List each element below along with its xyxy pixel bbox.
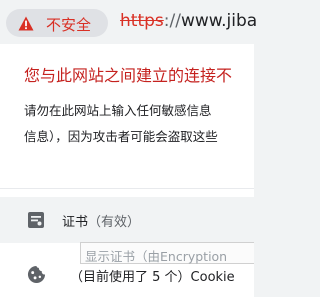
divider bbox=[0, 188, 254, 189]
certificate-status: （有效） bbox=[88, 215, 141, 230]
warning-line: 请勿在此网站上输入任何敏感信息 bbox=[24, 103, 212, 118]
connection-warning-title: 您与此网站之间建立的连接不 bbox=[24, 66, 233, 85]
url-text[interactable]: https://www.jiba bbox=[120, 11, 257, 31]
warning-triangle-icon bbox=[18, 16, 34, 31]
address-bar: 不安全 https://www.jiba bbox=[0, 0, 257, 44]
url-host: www.jiba bbox=[180, 11, 258, 31]
cookie-icon bbox=[27, 265, 46, 284]
connection-warning-text: 请勿在此网站上输入任何敏感信息 信息），因为攻击者可能会盗取这些 bbox=[24, 98, 218, 150]
certificate-label: 证书（有效） bbox=[62, 211, 140, 230]
warning-line: 信息），因为攻击者可能会盗取这些 bbox=[24, 129, 218, 144]
site-info-popup: 您与此网站之间建立的连接不 请勿在此网站上输入任何敏感信息 信息），因为攻击者可… bbox=[0, 44, 254, 297]
certificate-icon bbox=[28, 212, 44, 228]
url-separator: :// bbox=[163, 11, 181, 31]
certificate-title: 证书 bbox=[62, 215, 89, 230]
url-scheme: https bbox=[120, 11, 164, 31]
certificate-tooltip: 显示证书（由Encryption bbox=[80, 242, 254, 264]
tooltip-text: 显示证书（由Encryption bbox=[85, 249, 228, 264]
security-chip-label: 不安全 bbox=[46, 16, 92, 34]
security-chip[interactable]: 不安全 bbox=[6, 9, 108, 37]
certificate-row[interactable]: 证书（有效） bbox=[0, 197, 254, 243]
cookies-label: （目前使用了 5 个）Cookie bbox=[70, 270, 235, 285]
